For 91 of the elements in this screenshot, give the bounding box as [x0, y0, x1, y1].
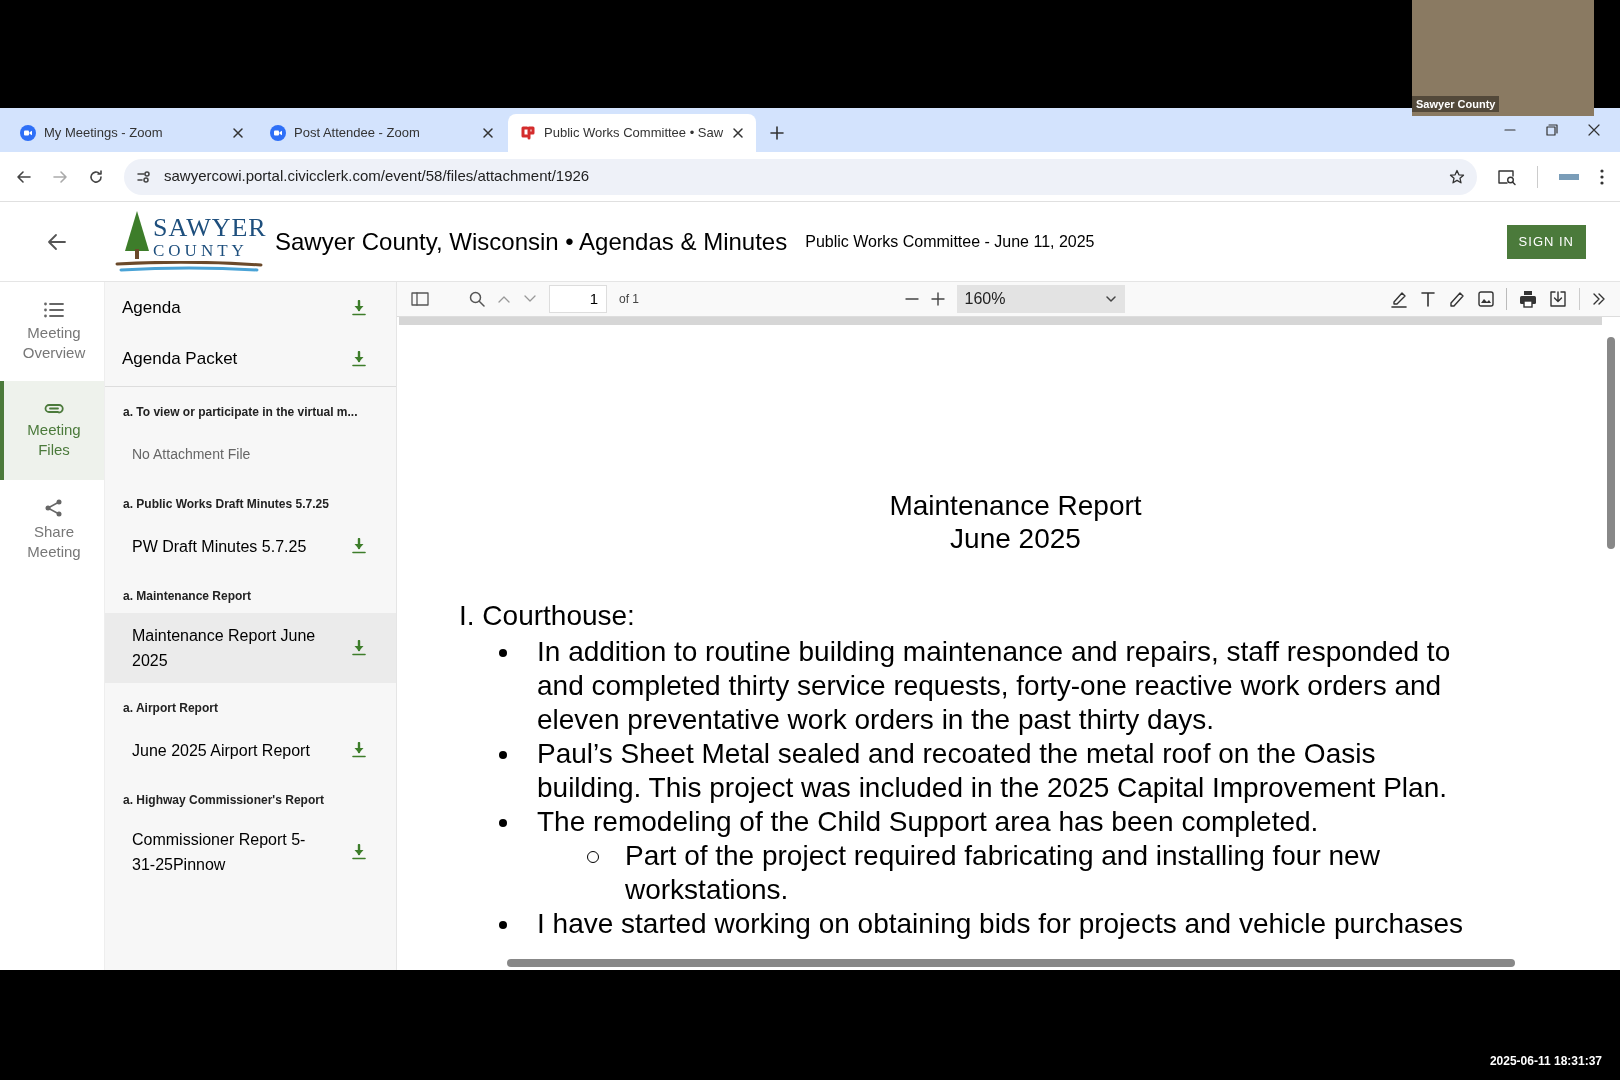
- bullet-icon: [499, 819, 507, 827]
- pencil-icon[interactable]: [1448, 290, 1466, 308]
- clerk-logo-icon: [520, 125, 536, 141]
- close-icon[interactable]: [732, 127, 744, 139]
- file-name: Maintenance Report June 2025: [132, 626, 317, 671]
- section-heading: a. Highway Commissioner's Report: [122, 792, 325, 809]
- document-title: Maintenance Report: [889, 489, 1142, 522]
- nav-item[interactable]: Meeting Overview: [0, 282, 104, 381]
- zoom-value: 160%: [964, 289, 1006, 309]
- file-link[interactable]: Agenda Packet: [105, 333, 396, 384]
- file-link[interactable]: Agenda: [105, 282, 396, 333]
- zoom-logo-icon: [270, 125, 286, 141]
- meeting-title: Public Works Committee - June 11, 2025: [805, 231, 1095, 252]
- logo-text: COUNTY: [153, 241, 249, 259]
- file-name: Commissioner Report 5-31-25Pinnow: [132, 830, 307, 875]
- search-tab-icon[interactable]: [1497, 167, 1517, 186]
- image-icon[interactable]: [1478, 291, 1494, 307]
- address-bar[interactable]: sawyercowi.portal.civicclerk.com/event/58/files/attachment/1926: [124, 158, 1477, 195]
- zoom-dropdown[interactable]: 160%: [956, 285, 1125, 313]
- document-heading: I. Courthouse:: [459, 599, 636, 633]
- file-name: June 2025 Airport Report: [132, 740, 311, 761]
- water-wave-icon: [115, 260, 263, 273]
- document-paragraph: Part of the project required fabricating and installing four new workstations.: [625, 839, 1381, 907]
- site-title: Sawyer County, Wisconsin • Agendas & Minutes: [275, 226, 788, 257]
- new-tab-icon[interactable]: [770, 126, 784, 140]
- file-link[interactable]: Maintenance Report June 2025: [105, 613, 396, 683]
- page-number-field[interactable]: 1: [549, 285, 607, 313]
- bookmark-star-icon[interactable]: [1449, 168, 1465, 185]
- video-label: Sawyer County: [1412, 95, 1500, 112]
- close-icon[interactable]: [232, 127, 244, 139]
- chevron-down-icon: [1104, 295, 1117, 303]
- tab-title: My Meetings - Zoom: [44, 124, 164, 143]
- nav-label: Share Meeting: [26, 521, 82, 562]
- bullet-icon: [499, 751, 507, 759]
- download-icon[interactable]: [352, 350, 366, 367]
- zoom-in-icon[interactable]: [930, 292, 945, 306]
- back-icon[interactable]: [47, 231, 67, 252]
- section-heading: a. To view or participate in the virtual m...: [122, 404, 359, 421]
- file-name: Agenda Packet: [122, 347, 238, 370]
- download-icon[interactable]: [352, 640, 366, 656]
- back-icon[interactable]: [16, 168, 32, 185]
- list-icon: [43, 300, 65, 319]
- document-paragraph: Paul’s Sheet Metal sealed and recoated the metal roof on the Oasis building. This project was included in the 2025 Capital Improvement Plan.: [537, 737, 1448, 805]
- nav-item[interactable]: Share Meeting: [0, 480, 104, 579]
- download-icon[interactable]: [352, 299, 366, 316]
- menu-icon[interactable]: [1600, 168, 1604, 185]
- browser-tab[interactable]: Post Attendee - Zoom: [258, 114, 506, 152]
- previous-page-icon[interactable]: [497, 294, 511, 304]
- file-name: Agenda: [122, 296, 181, 319]
- timestamp: 2025-06-11 18:31:37: [1489, 1053, 1602, 1070]
- sign-in-button[interactable]: SIGN IN: [1506, 224, 1586, 259]
- more-tools-icon[interactable]: [1592, 292, 1606, 306]
- tab-title: Post Attendee - Zoom: [294, 124, 421, 143]
- download-icon[interactable]: [352, 742, 366, 758]
- no-attachment-text: No Attachment File: [132, 444, 251, 464]
- close-icon[interactable]: [482, 127, 494, 139]
- url-text: sawyercowi.portal.civicclerk.com/event/58/files/attachment/1926: [164, 166, 591, 187]
- download-icon[interactable]: [352, 844, 366, 860]
- section-heading: a. Maintenance Report: [122, 588, 253, 605]
- tab-title: Public Works Committee • Saw: [544, 124, 724, 143]
- next-page-icon[interactable]: [523, 294, 537, 304]
- save-download-icon[interactable]: [1549, 290, 1567, 308]
- nav-label: Meeting Files: [26, 419, 82, 460]
- document-title: June 2025: [950, 522, 1081, 555]
- sidebar-toggle-icon[interactable]: [411, 292, 429, 306]
- download-icon[interactable]: [352, 538, 366, 554]
- site-settings-icon[interactable]: [136, 168, 152, 185]
- nav-item[interactable]: Meeting Files: [0, 381, 104, 480]
- file-name: PW Draft Minutes 5.7.25: [132, 536, 308, 557]
- share-icon: [44, 497, 64, 518]
- text-tool-icon[interactable]: [1420, 290, 1436, 308]
- section-heading: a. Airport Report: [122, 700, 219, 717]
- close-icon[interactable]: [1588, 124, 1600, 136]
- logo-text: SAWYER: [153, 214, 267, 241]
- browser-tab[interactable]: Public Works Committee • Saw: [508, 114, 756, 152]
- document-paragraph: In addition to routine building maintenance and repairs, staff responded to and completed thirty service requests, forty-one reactive work orders and eleven preventative work orders in the past thirty days.: [537, 635, 1452, 737]
- browser-tab[interactable]: My Meetings - Zoom: [8, 114, 256, 152]
- bullet-icon: [499, 921, 507, 929]
- document-paragraph: The remodeling of the Child Support area has been completed.: [537, 805, 1320, 839]
- zoom-logo-icon: [20, 125, 36, 141]
- highlight-pen-icon[interactable]: [1390, 290, 1408, 308]
- print-icon[interactable]: [1519, 290, 1537, 308]
- page-count: of 1: [619, 291, 639, 308]
- paperclip-icon: [43, 401, 65, 416]
- reload-icon[interactable]: [88, 168, 104, 185]
- nav-label: Meeting Overview: [21, 322, 87, 363]
- search-icon[interactable]: [469, 291, 485, 307]
- restore-icon[interactable]: [1546, 124, 1558, 136]
- document-paragraph: I have started working on obtaining bids for projects and vehicle purchases: [537, 907, 1465, 941]
- section-heading: a. Public Works Draft Minutes 5.7.25: [122, 496, 330, 513]
- bullet-icon: [499, 649, 507, 657]
